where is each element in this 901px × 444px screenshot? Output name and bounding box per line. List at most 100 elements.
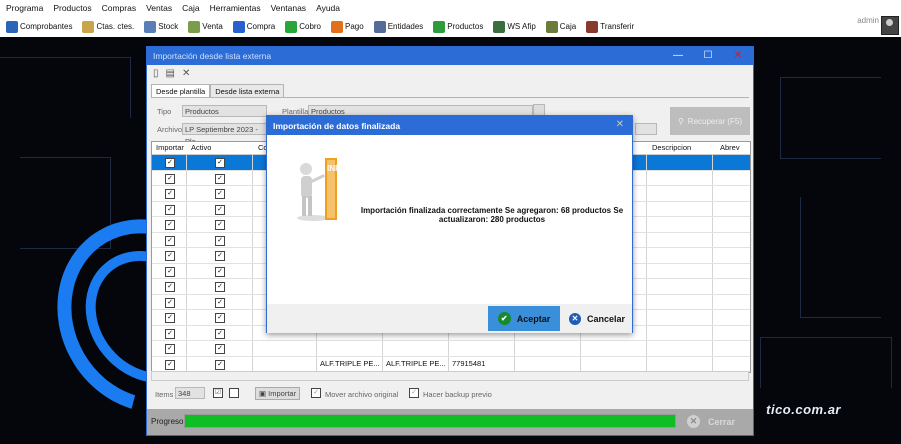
- minimize-icon[interactable]: —: [663, 47, 693, 65]
- grid-line: [186, 294, 187, 309]
- tab-desde-lista-externa[interactable]: Desde lista externa: [210, 84, 285, 98]
- importar-checkbox[interactable]: ✓: [165, 251, 175, 261]
- dialog-close-icon[interactable]: ✕: [616, 119, 624, 130]
- importar-checkbox[interactable]: ✓: [165, 328, 175, 339]
- avatar[interactable]: [881, 16, 899, 35]
- recuperar-button[interactable]: ⚲ Recuperar (F5): [670, 107, 750, 135]
- toolbar-productos-button[interactable]: Productos: [433, 20, 483, 33]
- activo-checkbox[interactable]: ✓: [215, 266, 225, 277]
- importar-checkbox[interactable]: ✓: [165, 282, 175, 292]
- delete-icon[interactable]: ✕: [182, 68, 190, 79]
- toolbar-transferir-button[interactable]: Transferir: [586, 20, 634, 33]
- toolbar-label: Pago: [345, 22, 364, 31]
- activo-checkbox[interactable]: ✓: [215, 220, 225, 230]
- activo-checkbox[interactable]: ✓: [215, 359, 225, 370]
- importar-checkbox[interactable]: ✓: [165, 220, 175, 230]
- col-activo[interactable]: Activo: [191, 143, 211, 152]
- money-in-icon: [285, 20, 298, 33]
- tipo-select[interactable]: Productos: [182, 105, 267, 117]
- menu-ventas[interactable]: Ventas: [141, 3, 177, 13]
- menu-herramientas[interactable]: Herramientas: [205, 3, 266, 13]
- toolbar-venta-button[interactable]: Venta: [188, 20, 223, 33]
- menu-productos[interactable]: Productos: [48, 3, 96, 13]
- grid-line: [712, 263, 713, 278]
- backup-checkbox[interactable]: ✓: [409, 388, 419, 398]
- mover-checkbox[interactable]: ✓: [311, 388, 321, 398]
- menu-programa[interactable]: Programa: [0, 3, 48, 13]
- menu-caja[interactable]: Caja: [177, 3, 204, 13]
- importar-checkbox[interactable]: ✓: [165, 266, 175, 277]
- importar-checkbox[interactable]: ✓: [165, 344, 175, 354]
- toolbar-ws-afip-button[interactable]: WS Afip: [493, 20, 536, 33]
- importar-checkbox[interactable]: ✓: [165, 173, 175, 184]
- activo-checkbox[interactable]: ✓: [215, 235, 225, 246]
- activo-checkbox[interactable]: ✓: [215, 282, 225, 292]
- menu-ventanas[interactable]: Ventanas: [266, 3, 311, 13]
- toolbar-stock-button[interactable]: Stock: [144, 20, 179, 33]
- table-row[interactable]: ✓ ✓: [152, 341, 750, 357]
- activo-checkbox[interactable]: ✓: [215, 189, 225, 199]
- col-abrev[interactable]: Abrev: [720, 143, 740, 152]
- tab-desde-plantilla[interactable]: Desde plantilla: [151, 84, 211, 98]
- toolbar-compra-button[interactable]: Compra: [232, 20, 275, 33]
- menu-compras[interactable]: Compras: [97, 3, 141, 13]
- new-icon[interactable]: ▯: [153, 68, 159, 79]
- edit-icon[interactable]: ▤: [166, 68, 175, 79]
- toolbar-caja-button[interactable]: Caja: [545, 20, 576, 33]
- close-icon[interactable]: ✕: [723, 47, 753, 65]
- importar-checkbox[interactable]: ✓: [165, 359, 175, 370]
- importar-checkbox[interactable]: ✓: [165, 297, 175, 308]
- importar-checkbox[interactable]: ✓: [165, 189, 175, 199]
- importar-button[interactable]: ▣ Importar: [255, 387, 301, 400]
- tab-panel-border: [151, 97, 749, 98]
- activo-checkbox[interactable]: ✓: [215, 173, 225, 184]
- archivo-field[interactable]: LP Septiembre 2023 - Pla: [182, 123, 267, 146]
- toolbar-comprobantes-button[interactable]: Comprobantes: [6, 20, 72, 33]
- toolbar-label: Stock: [158, 22, 179, 31]
- importar-checkbox[interactable]: ✓: [165, 204, 175, 215]
- cancel-icon: ✕: [568, 312, 581, 325]
- activo-checkbox[interactable]: ✓: [215, 313, 225, 323]
- table-cell: ALF.TRIPLE PE...: [320, 358, 380, 368]
- grid-line: [252, 263, 253, 278]
- info-word: INFO: [327, 162, 346, 175]
- activo-checkbox[interactable]: ✓: [215, 297, 225, 308]
- toolbar-cobro-button[interactable]: Cobro: [285, 20, 321, 33]
- toolbar-pago-button[interactable]: Pago: [331, 20, 364, 33]
- col-importar[interactable]: Importar: [156, 143, 184, 152]
- transfer-icon: [586, 20, 599, 33]
- circuit-line: [0, 57, 131, 118]
- cerrar-button[interactable]: ✕ Cerrar: [687, 415, 735, 428]
- mover-label: Mover archivo original: [325, 390, 399, 399]
- grid-line: [646, 248, 647, 263]
- aceptar-button[interactable]: ✔ Aceptar: [488, 306, 560, 331]
- grid-line: [646, 201, 647, 216]
- activo-checkbox[interactable]: ✓: [215, 328, 225, 339]
- archivo-browse-field[interactable]: [635, 123, 657, 135]
- table-row[interactable]: ✓ ✓ ALF.TRIPLE PE... ALF.TRIPLE PE... 779154…: [152, 356, 750, 372]
- user-name[interactable]: admin: [857, 16, 879, 25]
- cancelar-button[interactable]: ✕ Cancelar: [563, 306, 631, 331]
- grid-line: [712, 217, 713, 232]
- toolbar-entidades-button[interactable]: Entidades: [373, 20, 423, 33]
- grid-line: [252, 279, 253, 294]
- toolbar-ctas-ctes-button[interactable]: Ctas. ctes.: [82, 20, 134, 33]
- grid-line: [646, 186, 647, 201]
- grid-line: [712, 325, 713, 340]
- toolbar-label: WS Afip: [507, 22, 536, 31]
- check-all-icon[interactable]: ☑: [213, 388, 223, 398]
- activo-checkbox[interactable]: ✓: [215, 251, 225, 261]
- importar-checkbox[interactable]: ✓: [165, 235, 175, 246]
- horizontal-scrollbar[interactable]: [151, 371, 749, 381]
- col-descripcion[interactable]: Descripcion: [652, 143, 691, 152]
- activo-checkbox[interactable]: ✓: [215, 344, 225, 354]
- importar-checkbox[interactable]: ✓: [165, 313, 175, 323]
- circuit-line: [760, 337, 892, 388]
- uncheck-all-icon[interactable]: [229, 388, 239, 398]
- activo-checkbox[interactable]: ✓: [215, 204, 225, 215]
- table-cell: 77915481: [452, 358, 486, 368]
- activo-checkbox[interactable]: ✓: [215, 158, 225, 168]
- maximize-icon[interactable]: ☐: [693, 47, 723, 65]
- importar-checkbox[interactable]: ✓: [165, 158, 175, 168]
- menu-ayuda[interactable]: Ayuda: [311, 3, 345, 13]
